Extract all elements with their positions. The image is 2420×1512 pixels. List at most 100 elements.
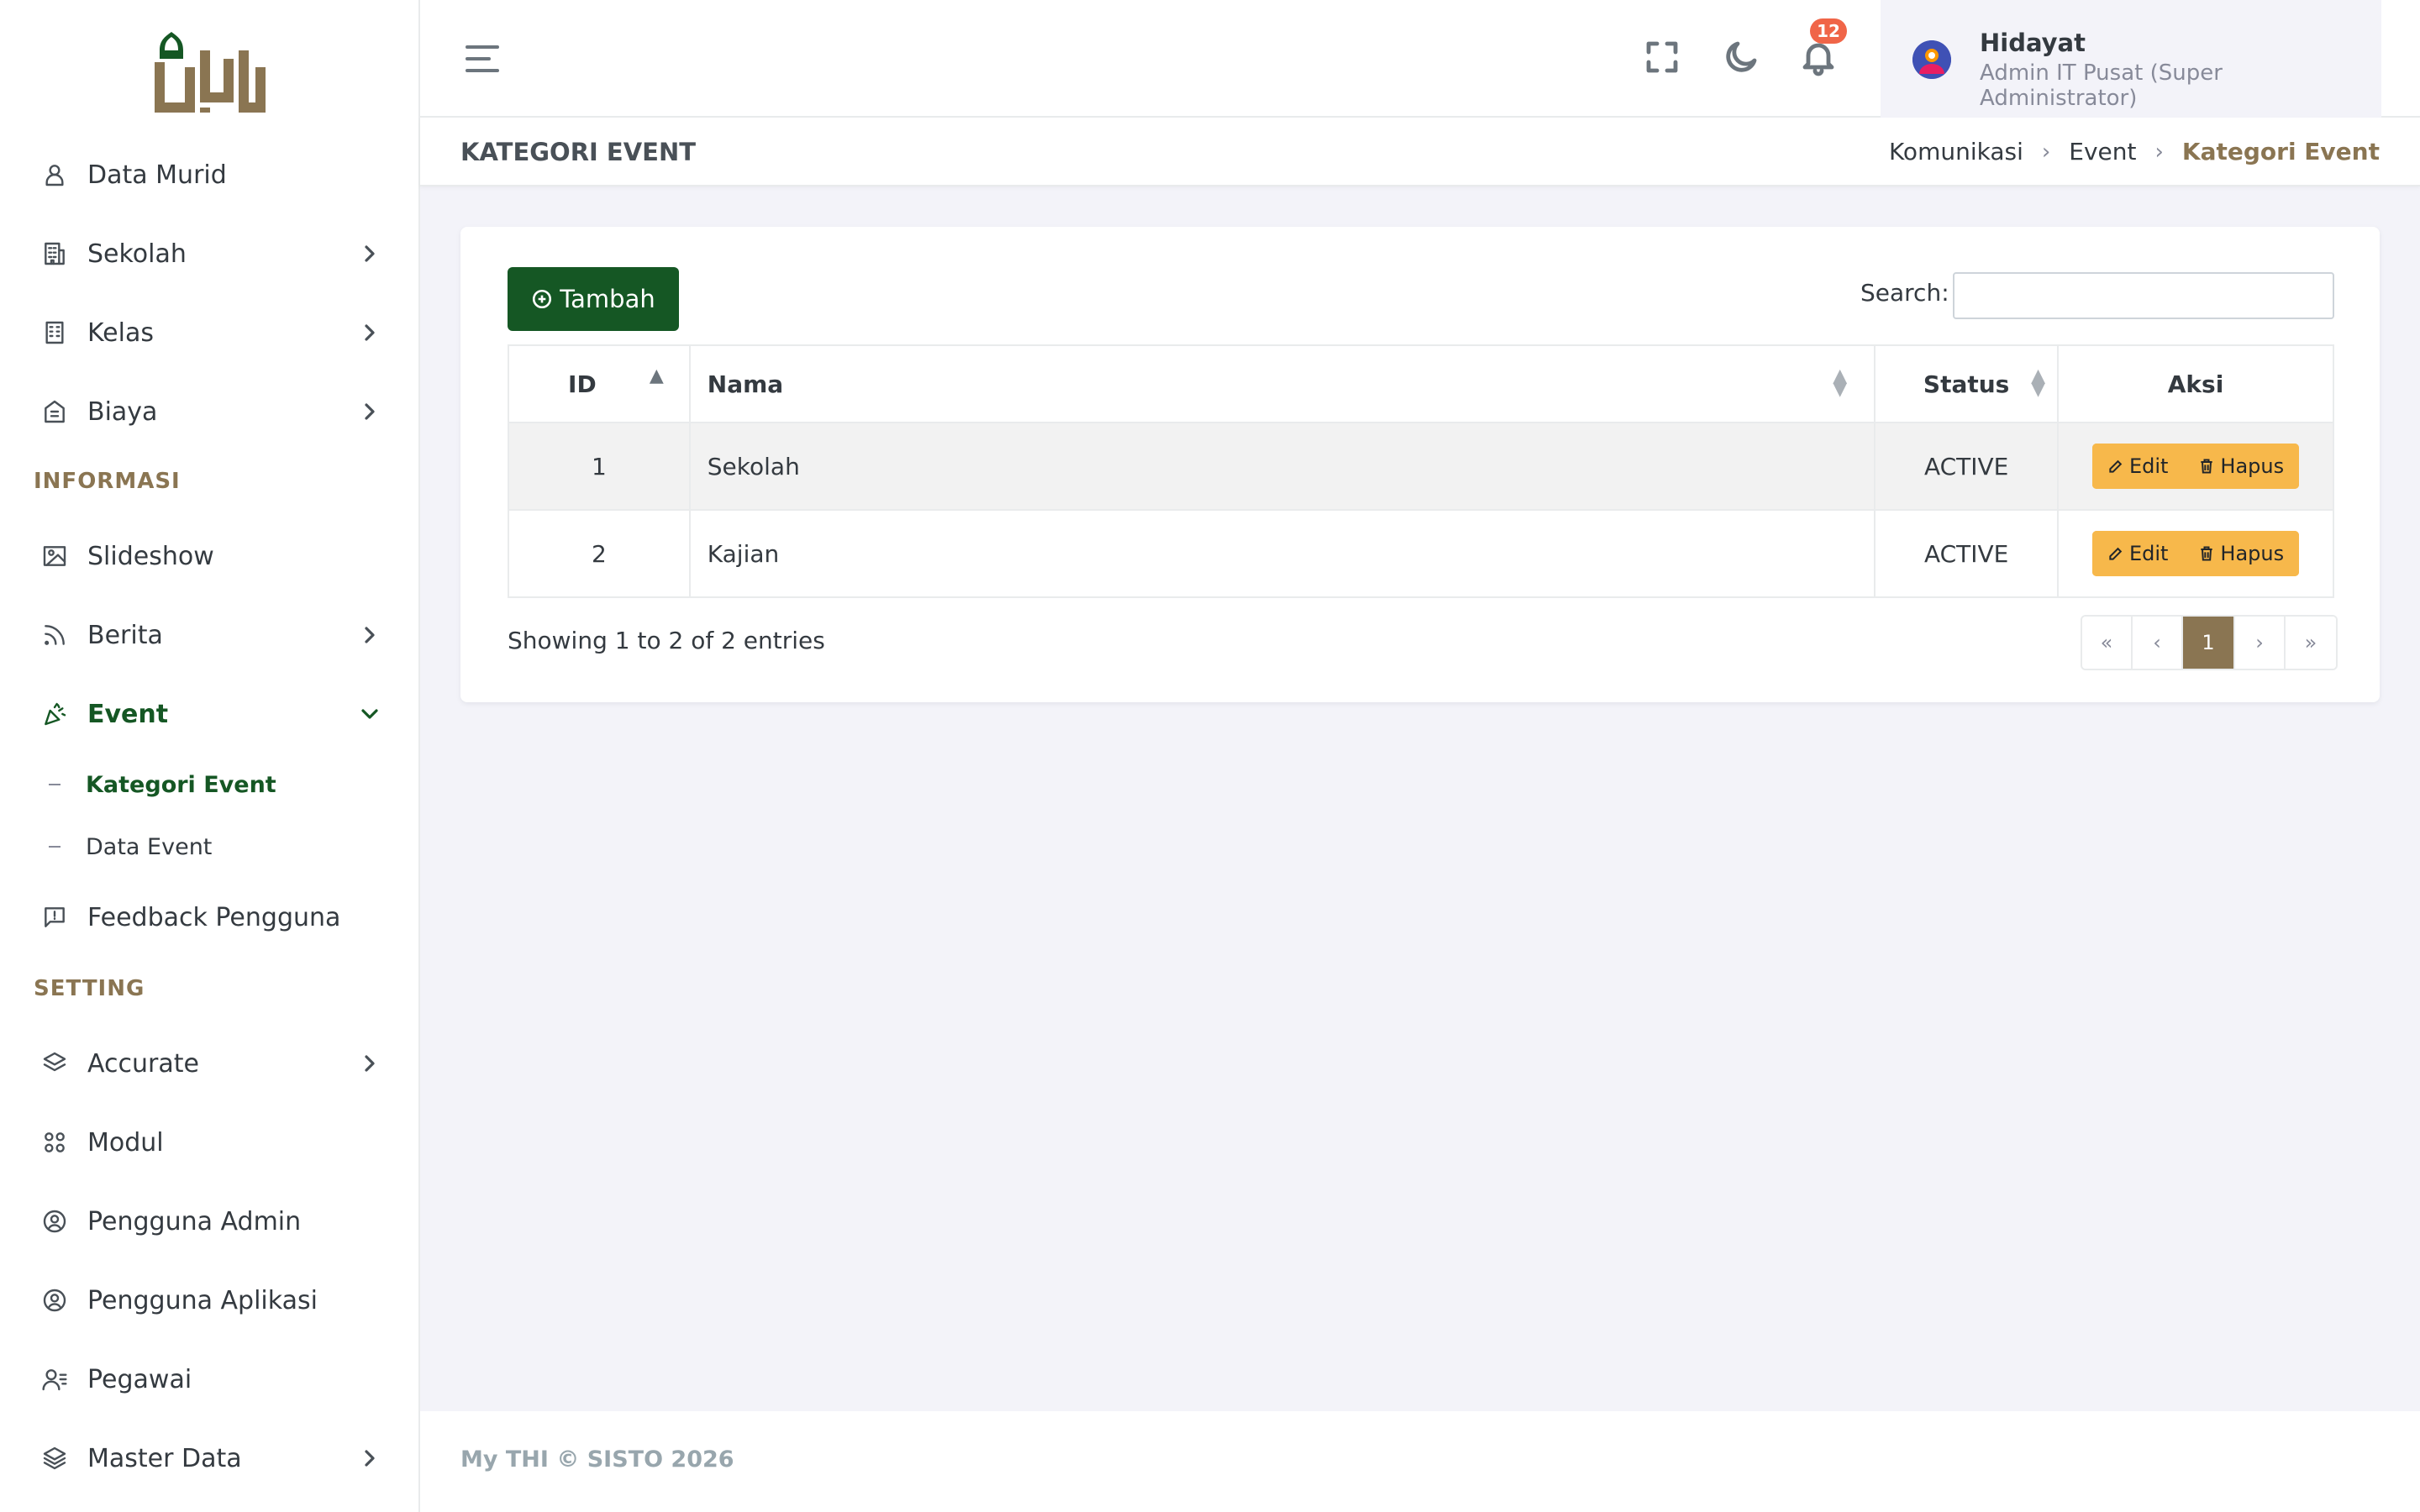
breadcrumb-item[interactable]: Komunikasi bbox=[1889, 138, 2023, 165]
action-button-group: Edit Hapus bbox=[2091, 531, 2300, 576]
sidebar-item-biaya[interactable]: Biaya bbox=[0, 386, 420, 437]
page-last-button[interactable]: » bbox=[2286, 617, 2336, 669]
cell-actions: Edit Hapus bbox=[2057, 422, 2334, 511]
feedback-icon bbox=[40, 903, 69, 932]
menu-toggle-icon[interactable] bbox=[466, 42, 502, 76]
chevron-right-icon: › bbox=[2154, 139, 2164, 165]
sidebar-item-pegawai[interactable]: Pegawai bbox=[0, 1354, 420, 1404]
footer-copyright: My THI © SISTO 2026 bbox=[460, 1446, 734, 1473]
sort-icon: ▲ ▼ bbox=[1833, 365, 1848, 400]
action-button-group: Edit Hapus bbox=[2091, 444, 2300, 489]
sidebar-item-modul[interactable]: Modul bbox=[0, 1117, 420, 1168]
user-list-icon bbox=[40, 1365, 69, 1394]
apps-icon bbox=[40, 1128, 69, 1157]
chevron-right-icon bbox=[356, 1050, 383, 1077]
column-header-aksi: Aksi bbox=[2057, 344, 2334, 423]
sidebar-item-feedback-pengguna[interactable]: Feedback Pengguna bbox=[0, 892, 420, 942]
add-button-label: Tambah bbox=[560, 285, 655, 313]
sort-asc-icon: ▲ bbox=[649, 365, 664, 386]
party-icon bbox=[40, 700, 69, 728]
sidebar-subitem-data-event[interactable]: Data Event bbox=[49, 828, 212, 865]
table-row: 1 Sekolah ACTIVE Edit Hapus bbox=[508, 422, 2334, 511]
user-circle-icon bbox=[40, 1286, 69, 1315]
sidebar-item-label: Accurate bbox=[87, 1048, 199, 1079]
sidebar-item-data-murid[interactable]: Data Murid bbox=[0, 150, 420, 200]
sidebar-item-label: Data Murid bbox=[87, 160, 227, 190]
sidebar-item-label: Kelas bbox=[87, 318, 154, 348]
delete-button[interactable]: Hapus bbox=[2183, 531, 2300, 576]
sidebar-item-accurate[interactable]: Accurate bbox=[0, 1038, 420, 1089]
pagination: « ‹ 1 › » bbox=[2081, 615, 2338, 670]
sidebar-item-label: Pegawai bbox=[87, 1364, 192, 1394]
table-row: 2 Kajian ACTIVE Edit Hapus bbox=[508, 509, 2334, 598]
chevron-right-icon bbox=[356, 398, 383, 425]
cell-id: 2 bbox=[508, 509, 691, 598]
sidebar-item-label: Biaya bbox=[87, 396, 158, 427]
search-label: Search: bbox=[1860, 279, 1949, 307]
sidebar-item-kelas[interactable]: Kelas bbox=[0, 307, 420, 358]
user-menu[interactable]: Hidayat Admin IT Pusat (Super Administra… bbox=[1881, 0, 2381, 118]
section-setting: SETTING bbox=[34, 976, 145, 1001]
column-header-status[interactable]: Status ▲ ▼ bbox=[1874, 344, 2060, 423]
breadcrumb-item[interactable]: Event bbox=[2069, 138, 2136, 165]
sidebar-item-sekolah[interactable]: Sekolah bbox=[0, 228, 420, 279]
chevron-down-icon bbox=[356, 701, 383, 727]
cell-id: 1 bbox=[508, 422, 691, 511]
sidebar-item-label: Slideshow bbox=[87, 541, 214, 571]
brand-logo[interactable] bbox=[155, 25, 266, 118]
sidebar-item-pengguna-aplikasi[interactable]: Pengguna Aplikasi bbox=[0, 1275, 420, 1326]
sidebar-item-master-data[interactable]: Master Data bbox=[0, 1433, 420, 1483]
classroom-icon bbox=[40, 318, 69, 347]
cell-status: ACTIVE bbox=[1874, 422, 2060, 511]
edit-button[interactable]: Edit bbox=[2091, 531, 2184, 576]
search-input[interactable] bbox=[1953, 272, 2334, 319]
sidebar-item-pengguna-admin[interactable]: Pengguna Admin bbox=[0, 1196, 420, 1247]
fullscreen-icon[interactable] bbox=[1642, 37, 1682, 77]
column-header-nama[interactable]: Nama ▲ ▼ bbox=[688, 344, 1876, 423]
sidebar-item-event[interactable]: Event bbox=[0, 689, 420, 739]
page-next-button[interactable]: › bbox=[2235, 617, 2286, 669]
sidebar-item-berita[interactable]: Berita bbox=[0, 610, 420, 660]
stack-icon bbox=[40, 1444, 69, 1473]
pencil-icon bbox=[2109, 459, 2123, 473]
chevron-right-icon bbox=[356, 240, 383, 267]
chevron-right-icon bbox=[356, 622, 383, 648]
column-header-id[interactable]: ID ▲ bbox=[508, 344, 691, 423]
image-icon bbox=[40, 542, 69, 570]
data-table: ID ▲ Nama ▲▼ Status ▲▼ Aksi 1 Sekolah bbox=[508, 344, 2334, 598]
cell-nama: Kajian bbox=[688, 509, 1876, 598]
sidebar-item-label: Sekolah bbox=[87, 239, 187, 269]
user-name: Hidayat bbox=[1980, 29, 2086, 57]
breadcrumb: Komunikasi › Event › Kategori Event bbox=[1889, 138, 2380, 165]
layers-icon bbox=[40, 1049, 69, 1078]
invoice-icon bbox=[40, 397, 69, 426]
sidebar: Data Murid Sekolah Kelas Biaya INFORMASI… bbox=[0, 0, 420, 1512]
sidebar-item-label: Pengguna Admin bbox=[87, 1206, 302, 1236]
sidebar-subitem-label: Data Event bbox=[86, 833, 213, 860]
dark-mode-icon[interactable] bbox=[1721, 37, 1761, 77]
cell-nama: Sekolah bbox=[688, 422, 1876, 511]
sidebar-subitem-label: Kategori Event bbox=[86, 771, 276, 798]
section-informasi: INFORMASI bbox=[34, 469, 181, 494]
add-button[interactable]: Tambah bbox=[508, 267, 679, 331]
page-prev-button[interactable]: ‹ bbox=[2133, 617, 2183, 669]
page-first-button[interactable]: « bbox=[2082, 617, 2133, 669]
pencil-icon bbox=[2109, 547, 2123, 560]
plus-circle-icon bbox=[533, 289, 552, 309]
page-current-button[interactable]: 1 bbox=[2183, 617, 2235, 669]
chevron-right-icon: › bbox=[2041, 139, 2051, 165]
sidebar-item-label: Master Data bbox=[87, 1443, 242, 1473]
table-info: Showing 1 to 2 of 2 entries bbox=[508, 627, 825, 654]
user-role: Admin IT Pusat (Super Administrator) bbox=[1980, 60, 2223, 111]
edit-button[interactable]: Edit bbox=[2091, 444, 2184, 489]
cell-status: ACTIVE bbox=[1874, 509, 2060, 598]
sidebar-item-label: Feedback Pengguna bbox=[87, 902, 341, 932]
chevron-right-icon bbox=[356, 1445, 383, 1472]
breadcrumb-current: Kategori Event bbox=[2181, 138, 2380, 165]
content-card: Tambah Search: ID ▲ Nama ▲ ▼ Status ▲ ▼ Ak… bbox=[460, 227, 2380, 702]
avatar bbox=[1912, 40, 1951, 79]
delete-button[interactable]: Hapus bbox=[2183, 444, 2300, 489]
sidebar-item-slideshow[interactable]: Slideshow bbox=[0, 531, 420, 581]
sidebar-subitem-kategori-event[interactable]: Kategori Event bbox=[49, 766, 276, 803]
page-title-bar: KATEGORI EVENT Komunikasi › Event › Kate… bbox=[420, 118, 2420, 186]
